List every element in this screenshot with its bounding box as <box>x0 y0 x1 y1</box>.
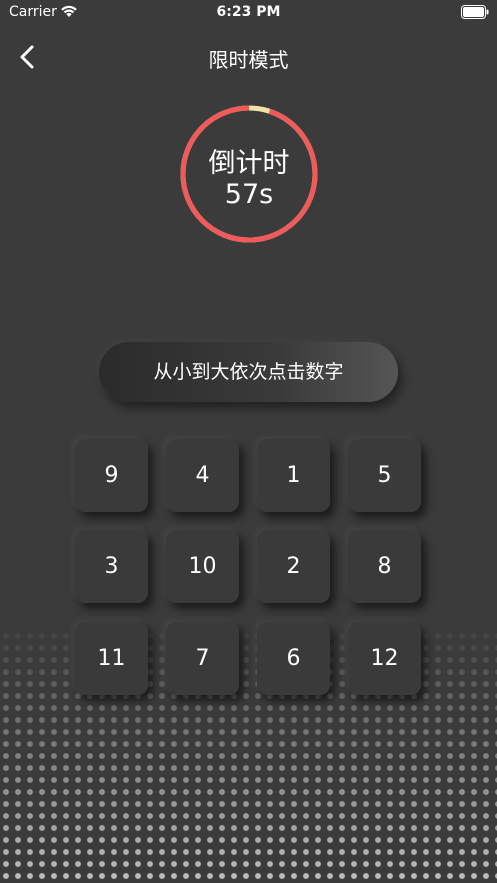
status-time: 6:23 PM <box>216 4 281 20</box>
number-tile[interactable]: 12 <box>348 622 421 695</box>
number-tile[interactable]: 3 <box>75 530 148 603</box>
number-tile[interactable]: 5 <box>348 439 421 512</box>
number-tile[interactable]: 1 <box>257 439 330 512</box>
number-tile[interactable]: 7 <box>166 622 239 695</box>
instruction-banner: 从小到大依次点击数字 <box>99 342 398 402</box>
countdown-timer: 倒计时 57s <box>180 105 318 243</box>
number-tile[interactable]: 6 <box>257 622 330 695</box>
number-tile[interactable]: 4 <box>166 439 239 512</box>
number-tile[interactable]: 2 <box>257 530 330 603</box>
timer-label: 倒计时 <box>208 148 290 179</box>
number-tile[interactable]: 11 <box>75 622 148 695</box>
timer-value: 57s <box>224 179 274 210</box>
number-tile[interactable]: 8 <box>348 530 421 603</box>
number-tile[interactable]: 9 <box>75 439 148 512</box>
battery-icon <box>461 5 489 23</box>
status-bar: Carrier 6:23 PM <box>0 0 497 26</box>
number-tile[interactable]: 10 <box>166 530 239 603</box>
page-title: 限时模式 <box>208 48 289 72</box>
